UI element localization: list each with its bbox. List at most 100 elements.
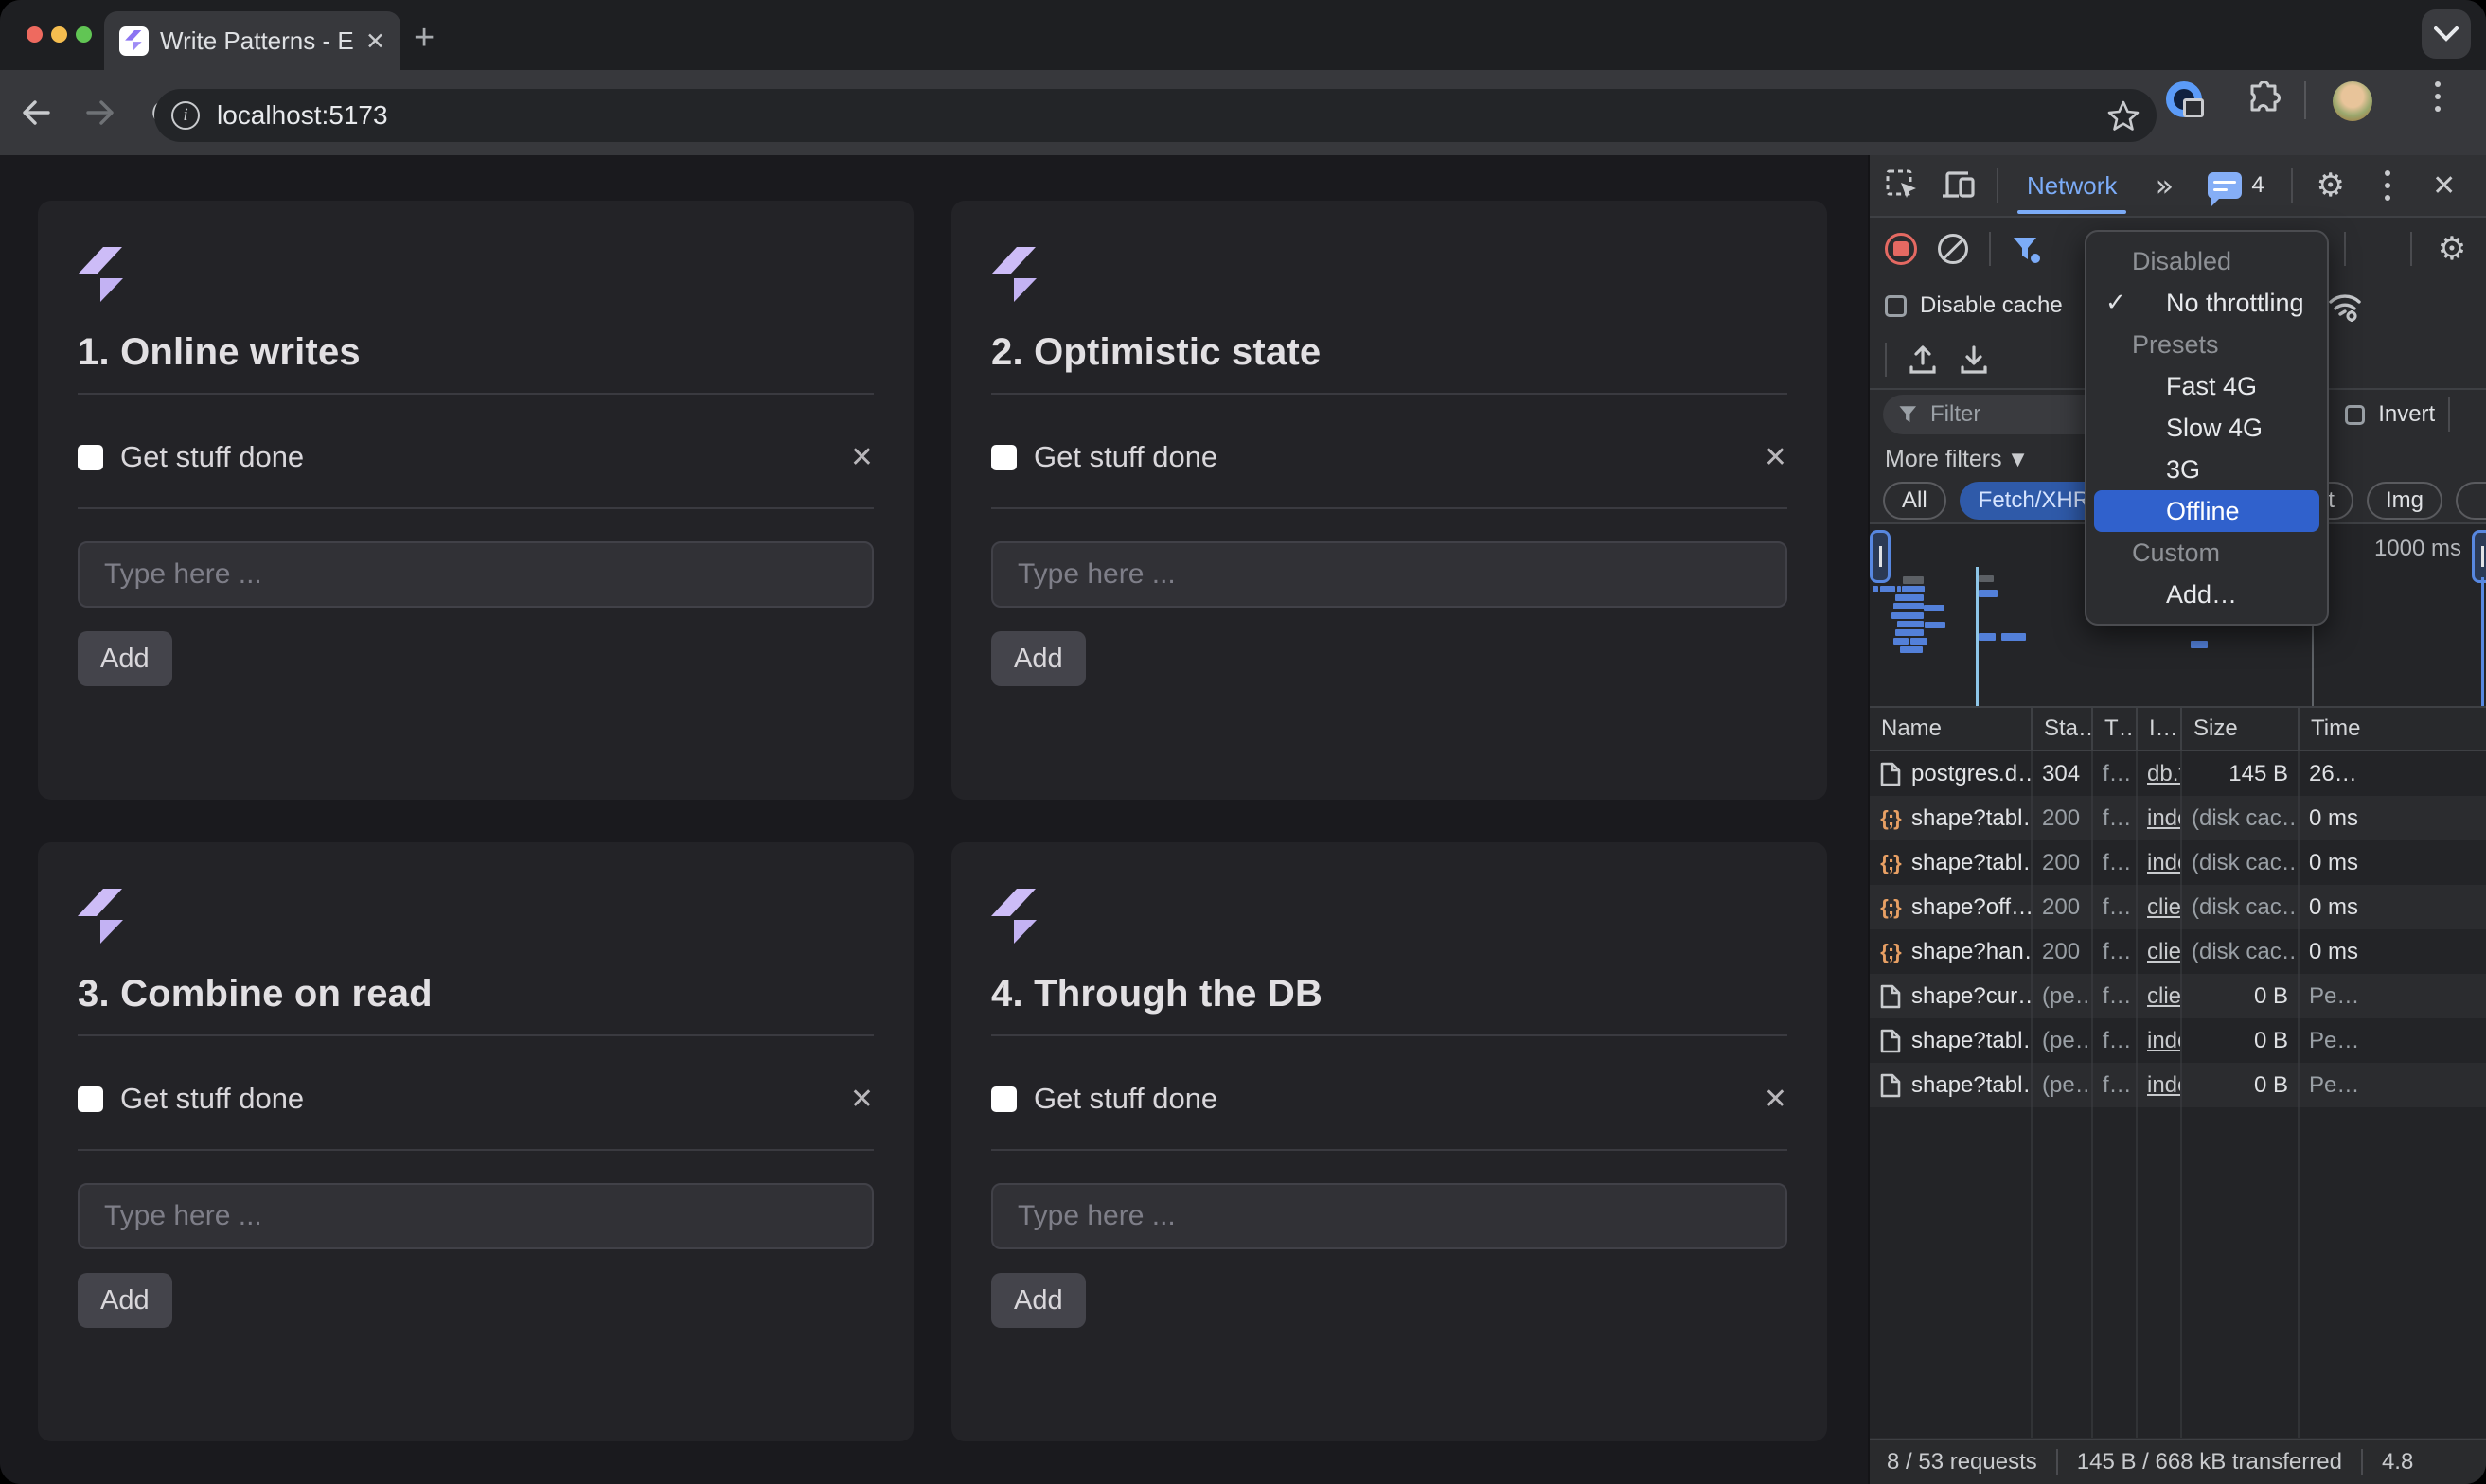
import-har-icon[interactable] [1908, 344, 1938, 375]
back-button[interactable] [17, 94, 55, 132]
tab-search-button[interactable] [2422, 9, 2471, 59]
throttling-option-offline[interactable]: Offline [2094, 490, 2319, 532]
timeline-time-label: 1000 ms [2374, 536, 2461, 562]
more-tabs-icon[interactable]: » [2145, 167, 2183, 204]
overview-left-handle[interactable] [1870, 530, 1891, 583]
filter-pill-all[interactable]: All [1883, 482, 1946, 520]
column-header-name[interactable]: Name [1870, 708, 2033, 750]
browser-menu-button[interactable] [2435, 81, 2441, 112]
new-todo-input[interactable] [991, 1183, 1787, 1249]
network-request-row[interactable]: shape?tabl…(pe…f…inde0 BPe… [1870, 1018, 2486, 1063]
close-window-button[interactable] [27, 26, 43, 43]
clear-network-log-button[interactable] [1938, 234, 1968, 264]
throttling-option-fast4g[interactable]: Fast 4G [2094, 365, 2319, 407]
divider [991, 507, 1787, 509]
throttling-option-3g[interactable]: 3G [2094, 449, 2319, 490]
inspect-element-icon[interactable] [1883, 167, 1921, 204]
profile-button[interactable] [2333, 81, 2372, 121]
throttling-option-add[interactable]: Add… [2094, 574, 2319, 615]
delete-todo-button[interactable]: ✕ [1764, 1083, 1787, 1116]
electric-bolt-icon [78, 888, 129, 946]
browser-tab[interactable]: Write Patterns - ElectricSQL ✕ [104, 11, 400, 70]
timeline-divider [2312, 622, 2314, 708]
throttling-option-nothrottling[interactable]: ✓No throttling [2094, 282, 2319, 324]
new-tab-button[interactable]: + [414, 21, 435, 55]
network-settings-gear-icon[interactable]: ⚙ [2433, 230, 2471, 268]
request-initiator: inde [2138, 840, 2182, 885]
toolbar-separator [2304, 81, 2306, 119]
add-todo-button[interactable]: Add [991, 1273, 1086, 1328]
divider [78, 507, 874, 509]
request-status: 200 [2033, 796, 2093, 840]
todo-checkbox[interactable] [78, 445, 103, 470]
overview-right-line [2481, 577, 2484, 708]
network-request-row[interactable]: {;}shape?han…200f…clien(disk cac…0 ms [1870, 929, 2486, 974]
zoom-window-button[interactable] [76, 26, 92, 43]
request-initiator: clien [2138, 929, 2182, 974]
todo-checkbox[interactable] [78, 1086, 103, 1112]
request-size: 0 B [2182, 974, 2300, 1018]
network-request-row[interactable]: {;}shape?tabl…200f…inde(disk cac…0 ms [1870, 796, 2486, 840]
devtools-close-icon[interactable]: ✕ [2425, 167, 2463, 204]
request-name: shape?cur… [1870, 974, 2033, 1018]
disable-cache-checkbox[interactable] [1885, 295, 1907, 317]
more-filters-label[interactable]: More filters [1885, 446, 2002, 473]
todo-checkbox[interactable] [991, 445, 1017, 470]
request-type: f… [2093, 751, 2138, 796]
invert-checkbox[interactable] [2345, 405, 2365, 425]
throttling-option-slow4g[interactable]: Slow 4G [2094, 407, 2319, 449]
tab-network[interactable]: Network [2017, 155, 2126, 216]
device-toolbar-icon[interactable] [1940, 167, 1978, 204]
site-info-icon[interactable]: i [171, 101, 200, 130]
browser-window: Write Patterns - ElectricSQL ✕ + i local… [0, 0, 2486, 1484]
tab-close-icon[interactable]: ✕ [365, 27, 385, 55]
column-header-time[interactable]: Time [2300, 708, 2486, 750]
delete-todo-button[interactable]: ✕ [850, 1083, 874, 1116]
network-request-row[interactable]: {;}shape?off…200f…clien(disk cac…0 ms [1870, 885, 2486, 929]
todo-item: Get stuff done ✕ [78, 1069, 874, 1128]
column-header-initiator[interactable]: I… [2138, 708, 2182, 750]
new-todo-input[interactable] [78, 541, 874, 608]
electric-bolt-icon [991, 888, 1042, 946]
new-todo-input[interactable] [78, 1183, 874, 1249]
address-bar[interactable]: i localhost:5173 [154, 89, 2157, 142]
record-network-log-button[interactable] [1885, 233, 1917, 265]
console-messages-button[interactable]: 4 [2208, 172, 2264, 199]
request-time: 26… [2300, 751, 2486, 796]
add-todo-button[interactable]: Add [991, 631, 1086, 686]
network-request-row[interactable]: {;}shape?tabl…200f…inde(disk cac…0 ms [1870, 840, 2486, 885]
filter-pill-clipped[interactable] [2456, 482, 2486, 520]
request-initiator: db.t [2138, 751, 2182, 796]
network-conditions-wifi-icon[interactable] [2325, 289, 2365, 323]
waterfall-bar [1979, 575, 1994, 582]
network-request-row[interactable]: postgres.d…304f…db.t145 B26… [1870, 751, 2486, 796]
menu-section-header: Presets [2086, 324, 2327, 365]
password-manager-extension[interactable] [2166, 81, 2202, 117]
extensions-button[interactable] [2247, 81, 2282, 115]
delete-todo-button[interactable]: ✕ [1764, 441, 1787, 474]
forward-button[interactable] [81, 94, 119, 132]
add-todo-button[interactable]: Add [78, 631, 172, 686]
new-todo-input[interactable] [991, 541, 1787, 608]
devtools-menu-icon[interactable] [2369, 167, 2406, 204]
request-type: f… [2093, 1063, 2138, 1107]
minimize-window-button[interactable] [51, 26, 67, 43]
todo-item: Get stuff done ✕ [991, 1069, 1787, 1128]
todo-checkbox[interactable] [991, 1086, 1017, 1112]
column-header-size[interactable]: Size [2182, 708, 2300, 750]
network-request-row[interactable]: shape?cur…(pe…f…clien0 BPe… [1870, 974, 2486, 1018]
add-todo-button[interactable]: Add [78, 1273, 172, 1328]
devtools-settings-gear-icon[interactable]: ⚙ [2312, 167, 2350, 204]
filter-icon[interactable] [2012, 235, 2040, 263]
column-header-type[interactable]: T… [2093, 708, 2138, 750]
request-status: (pe… [2033, 974, 2093, 1018]
electric-bolt-icon [78, 246, 129, 305]
filter-pill-img[interactable]: Img [2367, 482, 2442, 520]
bookmark-star-icon[interactable] [2107, 100, 2140, 131]
network-request-row[interactable]: shape?tabl…(pe…f…inde0 BPe… [1870, 1063, 2486, 1107]
overview-right-handle[interactable] [2472, 530, 2486, 583]
delete-todo-button[interactable]: ✕ [850, 441, 874, 474]
divider [78, 393, 874, 395]
column-header-status[interactable]: Sta… [2033, 708, 2093, 750]
export-har-icon[interactable] [1959, 344, 1989, 375]
